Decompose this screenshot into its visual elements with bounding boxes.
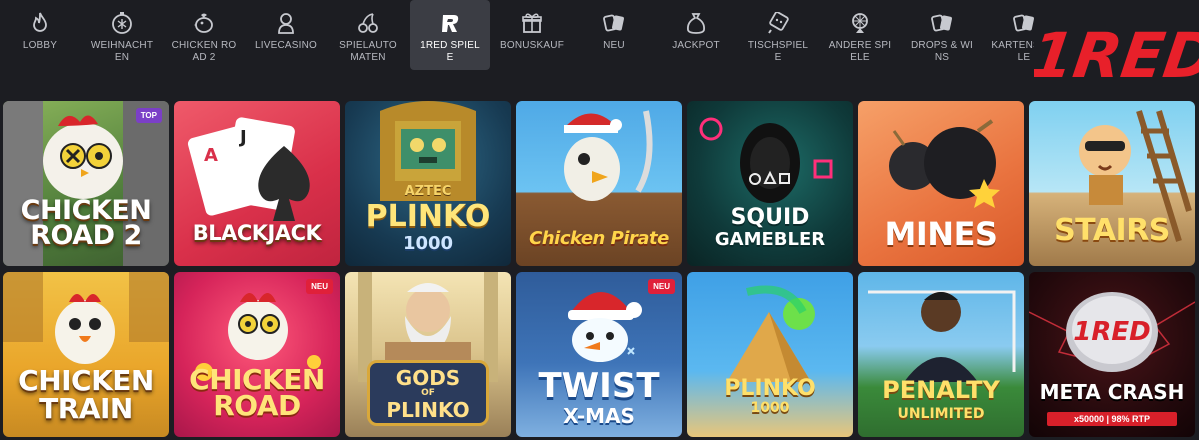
game-title-line: ROAD 2 xyxy=(30,220,142,251)
game-title: BLACKJACK xyxy=(192,221,322,245)
nav-item-drops-wins[interactable]: DROPS & WINS xyxy=(902,0,982,70)
games-grid: CHICKEN ROAD 2 TOP A J BLACKJACK AZTEC P… xyxy=(3,101,1199,437)
gods-of-label: OF xyxy=(421,388,435,398)
nav-item-weihnachten[interactable]: WEIHNACHTEN xyxy=(82,0,162,70)
nav-label: LIVECASINO xyxy=(254,40,318,51)
nav-label: CHICKEN ROAD 2 xyxy=(171,40,237,63)
nav-label: 1RED SPIELE xyxy=(420,40,480,63)
nav-label: JACKPOT xyxy=(672,40,720,51)
game-title-line: TRAIN xyxy=(39,392,133,425)
game-title-line: ROAD xyxy=(213,389,301,422)
twist-line-2: X-MAS xyxy=(563,404,635,428)
game-tile-squid-gamebler[interactable]: SQUID GAMEBLER xyxy=(687,101,853,266)
logo-text: 1RED xyxy=(1034,19,1199,89)
nav-label: TISCHSPIELE xyxy=(747,40,809,63)
nav-label: LOBBY xyxy=(22,40,58,51)
nav-label: WEIHNACHTEN xyxy=(90,40,154,63)
top-navigation-bar: LOBBY WEIHNACHTEN CHICKEN ROAD 2 LIVECAS… xyxy=(0,0,1199,96)
nav-label: SPIELAUTOMATEN xyxy=(339,40,397,63)
nav-item-spielautomaten[interactable]: SPIELAUTOMATEN xyxy=(328,0,408,70)
game-tile-plinko-1000[interactable]: PLINKO 1000 xyxy=(687,272,853,437)
squid-line-1: SQUID xyxy=(730,205,810,230)
card-j-label: J xyxy=(238,127,247,148)
dice-icon xyxy=(766,10,790,36)
game-title: MINES xyxy=(884,215,998,253)
game-title: Chicken Pirate xyxy=(529,228,669,249)
gift-icon xyxy=(520,10,544,36)
nav-label: DROPS & WINS xyxy=(910,40,973,63)
nav-item-lobby[interactable]: LOBBY xyxy=(0,0,80,70)
snowflake-ornament-icon xyxy=(110,10,134,36)
game-tile-chicken-road[interactable]: CHICKEN ROAD NEU xyxy=(174,272,340,437)
money-bag-icon xyxy=(684,10,708,36)
aztec-num-label: 1000 xyxy=(402,233,454,254)
plinko-line-1: PLINKO xyxy=(724,376,816,401)
aztec-main-label: PLINKO xyxy=(365,199,491,234)
chicken-icon xyxy=(192,10,216,36)
cards-icon xyxy=(930,10,954,36)
cards-icon xyxy=(602,10,626,36)
nav-label: NEU xyxy=(603,40,625,51)
1red-r-icon xyxy=(438,10,462,36)
category-nav: LOBBY WEIHNACHTEN CHICKEN ROAD 2 LIVECAS… xyxy=(0,0,1066,96)
game-tile-chicken-train[interactable]: CHICKEN TRAIN xyxy=(3,272,169,437)
card-a-label: A xyxy=(204,145,218,166)
cards-icon xyxy=(1012,10,1036,36)
new-badge: NEU xyxy=(648,279,675,294)
game-tile-chicken-road-2[interactable]: CHICKEN ROAD 2 TOP xyxy=(3,101,169,266)
flame-icon xyxy=(28,10,52,36)
meta-sub-badge: x50000 | 98% RTP xyxy=(1047,412,1177,426)
game-tile-chicken-pirate[interactable]: Chicken Pirate xyxy=(516,101,682,266)
nav-item-chicken-road-2[interactable]: CHICKEN ROAD 2 xyxy=(164,0,244,70)
new-badge: NEU xyxy=(306,279,333,294)
game-tile-penalty-unlimited[interactable]: PENALTY UNLIMITED xyxy=(858,272,1024,437)
wheel-icon xyxy=(848,10,872,36)
penalty-line-1: PENALTY xyxy=(882,376,1000,404)
meta-logo: 1RED xyxy=(1073,317,1150,347)
gods-line-1: GODS xyxy=(395,366,461,390)
brand-logo[interactable]: 1RED xyxy=(1034,12,1199,96)
game-tile-twist-x-mas[interactable]: TWIST X-MAS NEU xyxy=(516,272,682,437)
game-tile-blackjack[interactable]: A J BLACKJACK xyxy=(174,101,340,266)
aztec-top-label: AZTEC xyxy=(404,184,452,199)
nav-item-1red-spiele[interactable]: 1RED SPIELE xyxy=(410,0,490,70)
nav-item-livecasino[interactable]: LIVECASINO xyxy=(246,0,326,70)
game-tile-stairs[interactable]: STAIRS xyxy=(1029,101,1195,266)
game-tile-aztec-plinko-1000[interactable]: AZTEC PLINKO 1000 xyxy=(345,101,511,266)
squid-line-2: GAMEBLER xyxy=(714,229,826,250)
nav-label: BONUSKAUF xyxy=(499,40,565,51)
plinko-line-2: 1000 xyxy=(750,400,790,416)
game-tile-meta-crash[interactable]: 1RED META CRASH x50000 | 98% RTP xyxy=(1029,272,1195,437)
nav-item-neu[interactable]: NEU xyxy=(574,0,654,70)
game-title-line: CHICKEN xyxy=(18,364,154,397)
top-badge: TOP xyxy=(135,108,162,123)
nav-label: ANDERE SPIELE xyxy=(828,40,892,63)
penalty-line-2: UNLIMITED xyxy=(897,406,985,422)
game-tile-mines[interactable]: MINES xyxy=(858,101,1024,266)
game-tile-gods-of-plinko[interactable]: GODS OF PLINKO xyxy=(345,272,511,437)
twist-line-1: TWIST xyxy=(538,366,660,406)
nav-item-bonuskauf[interactable]: BONUSKAUF xyxy=(492,0,572,70)
gods-line-2: PLINKO xyxy=(386,398,470,422)
game-title: STAIRS xyxy=(1054,213,1170,248)
cherries-icon xyxy=(356,10,380,36)
nav-item-andere-spiele[interactable]: ANDERE SPIELE xyxy=(820,0,900,70)
nav-item-jackpot[interactable]: JACKPOT xyxy=(656,0,736,70)
meta-line-1: META CRASH xyxy=(1039,380,1185,404)
dealer-icon xyxy=(274,10,298,36)
nav-item-tischspiele[interactable]: TISCHSPIELE xyxy=(738,0,818,70)
